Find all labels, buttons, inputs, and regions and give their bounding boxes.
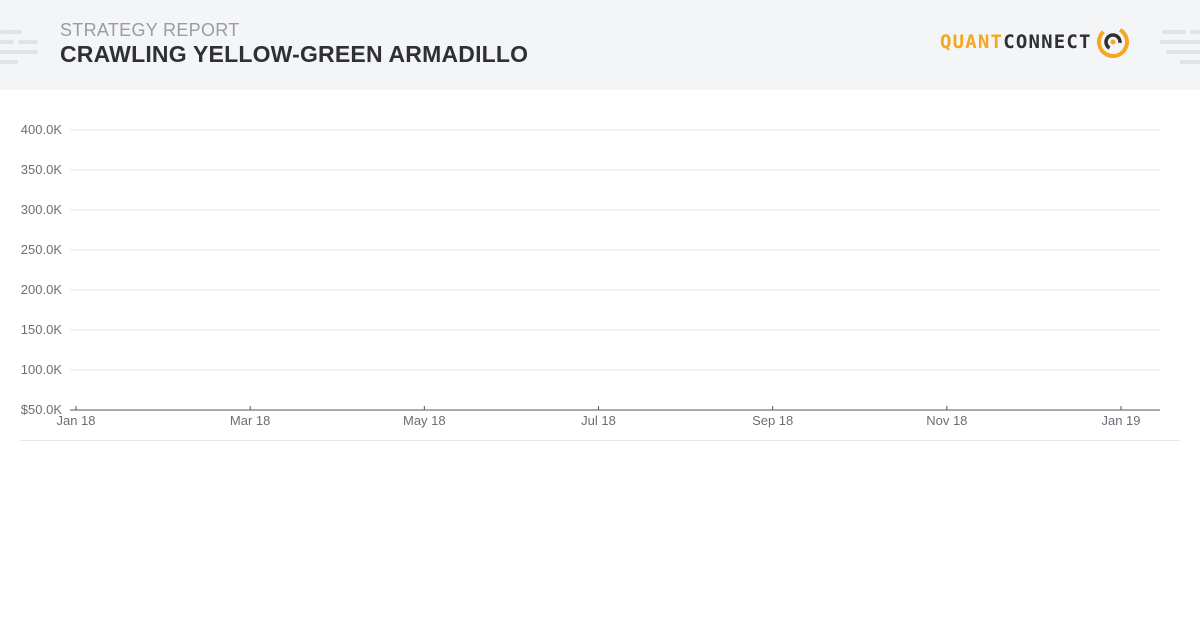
- y-axis-labels: $50.0K100.0K150.0K200.0K250.0K300.0K350.…: [21, 122, 63, 417]
- x-tick-label: Jul 18: [581, 413, 616, 428]
- decorative-line: [0, 40, 14, 44]
- quantconnect-logo-icon: [1096, 26, 1129, 58]
- equity-chart-svg: $50.0K100.0K150.0K200.0K250.0K300.0K350.…: [21, 122, 1160, 428]
- grid-layer: [70, 129, 1160, 371]
- decorative-line: [1160, 40, 1200, 44]
- report-header: STRATEGY REPORT CRAWLING YELLOW-GREEN AR…: [0, 0, 1200, 90]
- equity-chart: $50.0K 100.0K 150.0K 200.0K 250.0K 300.0K 350.…: [0, 90, 1200, 450]
- y-tick-label: 200.0K: [21, 282, 63, 297]
- y-tick-label: 400.0K: [21, 122, 63, 137]
- x-axis-labels: Jan 18 Mar 18 May 18 Jul 18 Sep 18 Nov 18 Jan …: [56, 413, 1140, 428]
- x-tick-label: May 18: [403, 413, 446, 428]
- decorative-line: [1162, 30, 1186, 34]
- chart-divider: [20, 440, 1180, 441]
- x-tick-label: Nov 18: [926, 413, 967, 428]
- quantconnect-logo: QUANT CONNECT: [940, 24, 1130, 60]
- decorative-line: [1190, 30, 1200, 34]
- y-tick-label: 100.0K: [21, 362, 63, 377]
- decorative-line: [18, 40, 38, 44]
- decorative-line: [1180, 60, 1200, 64]
- y-tick-label: 300.0K: [21, 202, 63, 217]
- x-tick-label: Mar 18: [230, 413, 270, 428]
- x-tick-label: Jan 19: [1101, 413, 1140, 428]
- y-tick-label: 250.0K: [21, 242, 63, 257]
- report-title: CRAWLING YELLOW-GREEN ARMADILLO: [60, 41, 529, 67]
- decorative-line: [1166, 50, 1200, 54]
- x-tick-label: Sep 18: [752, 413, 793, 428]
- y-tick-label: 350.0K: [21, 162, 63, 177]
- logo-text-quant: QUANT: [940, 31, 1004, 53]
- logo-text-connect: CONNECT: [1003, 31, 1092, 53]
- report-subtitle: STRATEGY REPORT: [60, 20, 240, 40]
- x-tick-label: Jan 18: [56, 413, 95, 428]
- y-tick-label: 150.0K: [21, 322, 63, 337]
- decorative-line: [0, 50, 38, 54]
- decorative-line: [0, 30, 22, 34]
- decorative-line: [0, 60, 18, 64]
- x-axis: [70, 406, 1160, 411]
